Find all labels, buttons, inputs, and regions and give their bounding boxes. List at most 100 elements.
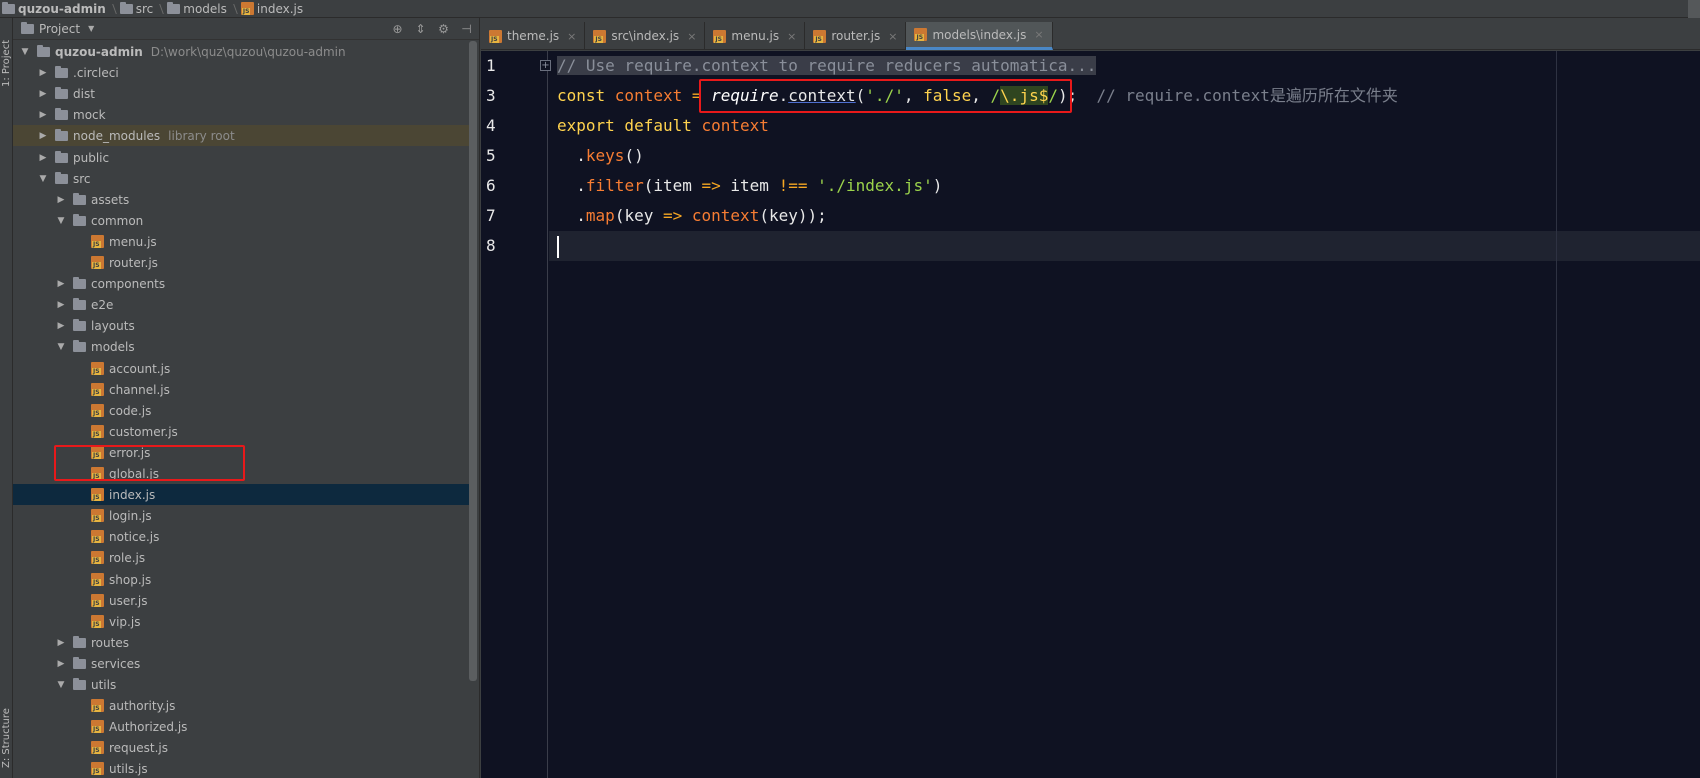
expanded-arrow-icon[interactable]: ▼ [37,174,49,184]
expanded-arrow-icon[interactable]: ▼ [19,47,31,57]
tree-folder-item[interactable]: ▶ components [13,273,473,294]
tree-scrollbar[interactable] [469,41,477,681]
collapse-all-icon[interactable]: ⇕ [414,22,427,36]
code-line-8 [557,231,559,261]
editor-tab[interactable]: theme.js × [481,22,586,50]
tree-folder-item[interactable]: ▶ public [13,147,473,168]
tree-item-label: user.js [109,593,148,608]
tree-file-item[interactable]: login.js [13,505,473,526]
collapsed-arrow-icon[interactable]: ▶ [37,89,49,99]
tree-file-item[interactable]: menu.js [13,231,473,252]
close-icon[interactable]: × [567,30,576,43]
folder-icon [73,276,86,289]
tree-file-item[interactable]: request.js [13,737,473,758]
tree-folder-item[interactable]: ▶ e2e [13,294,473,315]
panel-title[interactable]: Project [39,22,80,36]
collapsed-arrow-icon[interactable]: ▶ [55,638,67,648]
gear-icon[interactable]: ⚙ [437,22,450,36]
collapsed-arrow-icon[interactable]: ▶ [37,153,49,163]
folder-icon [167,1,181,14]
expanded-arrow-icon[interactable]: ▼ [55,680,67,690]
collapsed-arrow-icon[interactable]: ▶ [37,68,49,78]
editor-tab[interactable]: models\index.js × [906,22,1053,50]
tree-file-item[interactable]: role.js [13,547,473,568]
tree-file-item[interactable]: router.js [13,252,473,273]
editor-tab[interactable]: src\index.js × [585,22,706,50]
tree-item-label: shop.js [109,572,152,587]
editor-tab[interactable]: router.js × [805,22,907,50]
js-file-icon [91,362,104,375]
close-icon[interactable]: × [687,30,696,43]
folder-icon [73,297,86,310]
chevron-down-icon[interactable]: ▼ [88,24,94,33]
tree-folder-item[interactable]: ▼ common [13,210,473,231]
tree-folder-item[interactable]: ▶ services [13,653,473,674]
project-panel-header: Project ▼ ⊕ ⇕ ⚙ ⊣ [13,18,479,40]
breadcrumb-file[interactable]: index.js [240,0,303,18]
tree-file-item[interactable]: authority.js [13,695,473,716]
tree-file-item[interactable]: notice.js [13,526,473,547]
tree-file-item[interactable]: shop.js [13,569,473,590]
locate-icon[interactable]: ⊕ [391,22,404,36]
tree-item-label: routes [91,635,129,650]
js-file-icon [91,594,104,607]
tree-file-item[interactable]: vip.js [13,611,473,632]
collapsed-arrow-icon[interactable]: ▶ [55,300,67,310]
collapsed-arrow-icon[interactable]: ▶ [55,321,67,331]
close-icon[interactable]: × [1034,28,1043,41]
close-icon[interactable]: × [787,30,796,43]
tree-item-label: vip.js [109,614,141,629]
collapsed-arrow-icon[interactable]: ▶ [55,279,67,289]
folder-icon [73,339,86,352]
tree-folder-item[interactable]: ▶ .circleci [13,62,473,83]
tree-folder-item[interactable]: ▶ routes [13,632,473,653]
collapsed-arrow-icon[interactable]: ▶ [55,659,67,669]
tree-file-item[interactable]: channel.js [13,379,473,400]
tree-folder-item[interactable]: ▶ dist [13,83,473,104]
close-icon[interactable]: × [888,30,897,43]
js-file-icon [91,446,104,459]
collapsed-arrow-icon[interactable]: ▶ [37,131,49,141]
line-number: 3 [486,86,496,105]
editor-tab[interactable]: menu.js × [705,22,806,50]
tree-folder-item[interactable]: ▼ src [13,168,473,189]
project-tool-tab[interactable]: 1: Project [0,28,13,98]
tree-folder-item[interactable]: ▶ mock [13,104,473,125]
folder-icon [55,65,68,78]
tree-item-label: global.js [109,466,159,481]
collapsed-arrow-icon[interactable]: ▶ [55,195,67,205]
tree-item-hint: D:\work\quz\quzou\quzou-admin [150,44,346,59]
code-editor[interactable]: 1 3 4 5 6 7 8 + // Use require.context to requ… [481,51,1700,778]
tree-folder-item[interactable]: ▼ utils [13,674,473,695]
tree-folder-item[interactable]: ▶ layouts [13,315,473,336]
breadcrumb-src[interactable]: src [119,0,153,18]
breadcrumb-separator [154,3,165,14]
tree-folder-item[interactable]: ▼ quzou-admin D:\work\quz\quzou\quzou-admi… [13,41,473,62]
tree-folder-item[interactable]: ▶ assets [13,189,473,210]
tree-file-item[interactable]: Authorized.js [13,716,473,737]
tree-folder-item[interactable]: ▼ models [13,336,473,357]
tree-item-label: router.js [109,255,158,270]
hide-panel-icon[interactable]: ⊣ [460,22,473,36]
window-button[interactable] [1688,0,1700,18]
tree-item-label: login.js [109,508,152,523]
structure-tool-tab[interactable]: Z: Structure [0,698,13,778]
tree-file-item[interactable]: customer.js [13,421,473,442]
collapsed-arrow-icon[interactable]: ▶ [37,110,49,120]
tree-file-item[interactable]: global.js [13,463,473,484]
tree-file-item[interactable]: code.js [13,400,473,421]
breadcrumb-project[interactable]: quzou-admin [2,0,106,18]
folder-icon [73,635,86,648]
tree-file-item[interactable]: utils.js [13,758,473,778]
tree-item-label: role.js [109,550,146,565]
fold-icon[interactable]: + [540,60,551,71]
tree-folder-item[interactable]: ▶ node_modules library root [13,125,473,146]
js-file-icon [91,615,104,628]
tree-file-item[interactable]: index.js [13,484,473,505]
breadcrumb-models[interactable]: models [167,0,227,18]
tree-file-item[interactable]: account.js [13,358,473,379]
expanded-arrow-icon[interactable]: ▼ [55,216,67,226]
tree-file-item[interactable]: user.js [13,590,473,611]
tree-file-item[interactable]: error.js [13,442,473,463]
expanded-arrow-icon[interactable]: ▼ [55,342,67,352]
